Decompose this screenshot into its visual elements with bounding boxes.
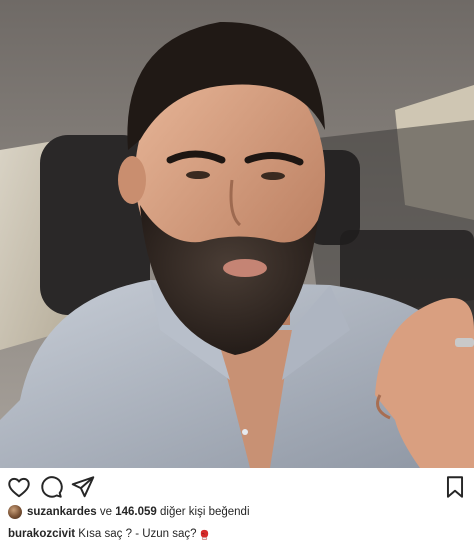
liker-username[interactable]: suzankardes [27, 506, 97, 518]
instagram-post: suzankardes ve 146.059 diğer kişi beğend… [0, 0, 474, 545]
bookmark-icon[interactable] [442, 474, 468, 500]
caption-username[interactable]: burakozcivit [8, 528, 75, 540]
post-photo[interactable] [0, 0, 474, 468]
likes-line: suzankardes ve 146.059 diğer kişi beğend… [8, 503, 250, 521]
caption-line: burakozcivit Kısa saç ? - Uzun saç? [8, 526, 210, 542]
likes-suffix: diğer kişi beğendi [156, 506, 250, 518]
paper-plane-icon[interactable] [70, 474, 96, 500]
likes-count[interactable]: 146.059 [115, 506, 157, 518]
action-bar [0, 474, 474, 500]
selfie-illustration [0, 0, 474, 468]
likes-connector: ve [96, 506, 116, 518]
heart-icon[interactable] [6, 474, 32, 500]
liker-avatar[interactable] [8, 505, 22, 519]
caption-text: Kısa saç ? - Uzun saç? [75, 528, 197, 540]
comment-icon[interactable] [38, 474, 64, 500]
boxing-glove-icon [199, 529, 210, 540]
